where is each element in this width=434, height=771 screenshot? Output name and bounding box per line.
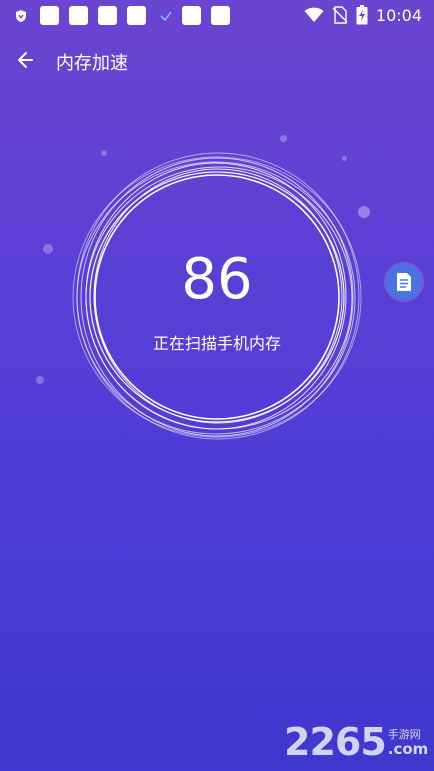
app-bar: 内存加速 (0, 40, 434, 80)
shield-icon (16, 9, 26, 22)
check-icon (160, 11, 172, 21)
notification-icon (211, 6, 230, 25)
watermark-logo: 2265 手游网 .com (284, 716, 430, 764)
no-sim-icon (332, 6, 348, 24)
notification-icon (127, 6, 146, 25)
particle-dot (36, 376, 44, 384)
battery-charging-icon (356, 5, 368, 25)
status-time: 10:04 (375, 5, 422, 25)
notification-icon (40, 6, 59, 25)
wifi-icon (304, 7, 324, 22)
watermark-number: 2265 (284, 720, 387, 764)
status-bar: 10:04 (0, 0, 434, 32)
scan-status-text: 正在扫描手机内存 (152, 334, 281, 353)
status-bar-right: 10:04 (296, 5, 422, 25)
page-title: 内存加速 (56, 53, 128, 74)
scan-ring: 86 正在扫描手机内存 (70, 150, 364, 444)
back-arrow-icon (18, 52, 33, 68)
document-float-button[interactable] (386, 264, 422, 300)
watermark-domain: .com (387, 740, 429, 758)
particle-dot (43, 244, 53, 254)
watermark-side: 手游网 .com (388, 728, 429, 758)
document-icon (397, 273, 411, 291)
back-button[interactable] (8, 44, 40, 76)
status-bar-left (14, 6, 240, 25)
particle-dot (280, 135, 287, 142)
notification-icon (69, 6, 88, 25)
scan-value: 86 (181, 247, 253, 312)
notification-icon (182, 6, 201, 25)
notification-icon (98, 6, 117, 25)
